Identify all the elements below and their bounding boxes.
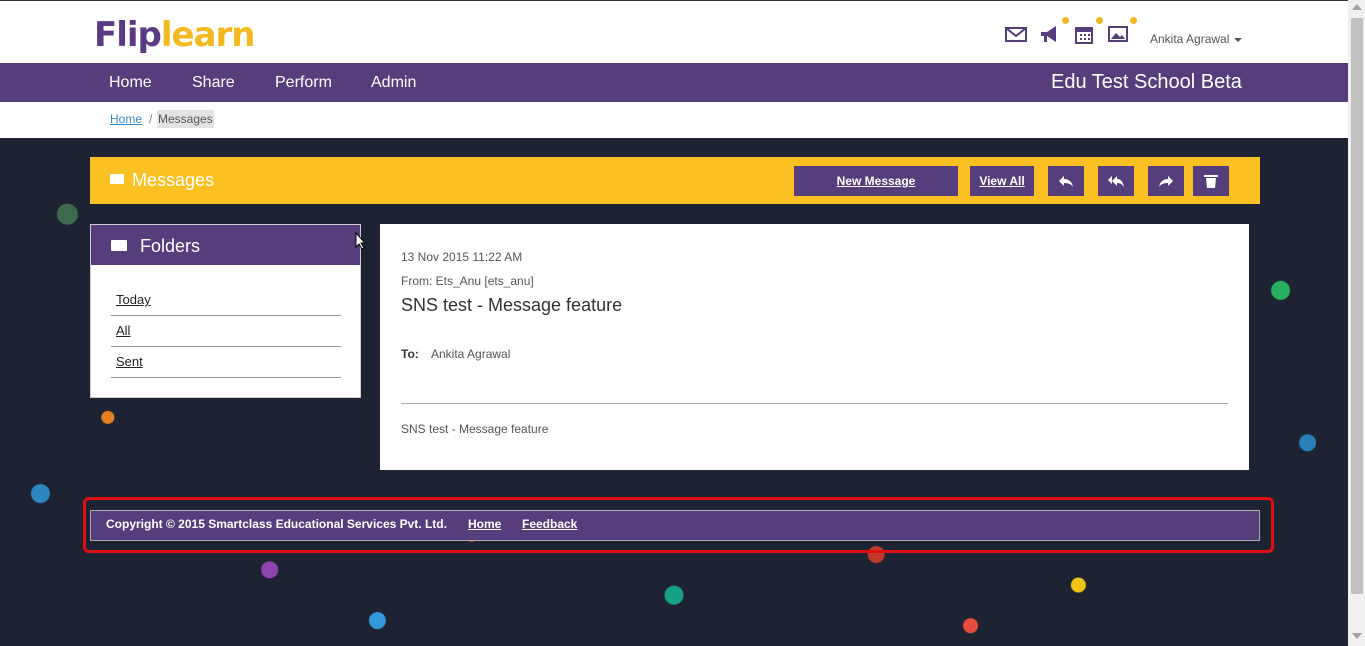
notification-dot — [1096, 17, 1103, 24]
header-icons — [1005, 17, 1137, 45]
mouse-cursor-icon — [355, 232, 367, 250]
school-name: Edu Test School Beta — [1051, 71, 1242, 93]
reply-all-button[interactable] — [1098, 166, 1134, 196]
nav-home[interactable]: Home — [109, 74, 152, 92]
user-name: Ankita Agrawal — [1150, 32, 1230, 46]
divider — [111, 315, 341, 316]
message-body: SNS test - Message feature — [401, 422, 549, 436]
messages-title: Messages — [132, 170, 215, 190]
megaphone-icon[interactable] — [1039, 17, 1069, 45]
main-nav: Home Share Perform Admin Edu Test School… — [0, 63, 1348, 102]
breadcrumb-current: Messages — [157, 110, 214, 128]
message-date: 13 Nov 2015 11:22 AM — [401, 250, 523, 264]
messages-toolbar: Messages New Message View All — [90, 157, 1260, 204]
caret-down-icon — [1234, 37, 1243, 42]
breadcrumb-separator: / — [149, 112, 153, 126]
fliplearn-logo[interactable]: Fliplearn — [94, 15, 256, 55]
folder-all[interactable]: All — [116, 323, 130, 338]
folders-header: Folders — [91, 225, 360, 265]
folders-title: Folders — [140, 236, 201, 256]
reply-icon — [1059, 176, 1073, 187]
nav-admin[interactable]: Admin — [371, 74, 416, 92]
message-to: Ankita Agrawal — [431, 347, 511, 361]
divider — [111, 346, 341, 347]
reply-button[interactable] — [1048, 166, 1084, 196]
message-from: From: Ets_Anu [ets_anu] — [401, 274, 534, 288]
calendar-icon[interactable] — [1073, 17, 1103, 45]
view-all-button[interactable]: View All — [970, 166, 1034, 196]
folders-panel: Folders Today All Sent — [90, 224, 361, 398]
message-subject: SNS test - Message feature — [401, 295, 623, 315]
divider — [401, 403, 1228, 404]
breadcrumb-home[interactable]: Home — [110, 112, 142, 126]
image-icon[interactable] — [1107, 17, 1137, 45]
new-message-button[interactable]: New Message — [794, 166, 958, 196]
nav-share[interactable]: Share — [192, 74, 235, 92]
folder-today[interactable]: Today — [116, 292, 151, 307]
envelope-icon — [111, 240, 127, 251]
nav-perform[interactable]: Perform — [275, 74, 332, 92]
mail-icon[interactable] — [1005, 23, 1027, 45]
message-view: 13 Nov 2015 11:22 AM From: Ets_Anu [ets_… — [380, 224, 1249, 470]
forward-icon — [1159, 176, 1173, 187]
delete-button[interactable] — [1193, 166, 1229, 196]
scroll-up-icon[interactable] — [1352, 4, 1362, 10]
divider — [111, 377, 341, 378]
trash-icon — [1204, 175, 1218, 188]
annotation-highlight — [83, 497, 1274, 553]
breadcrumb: Home / Messages — [0, 102, 1348, 138]
notification-dot — [1062, 17, 1069, 24]
scroll-down-icon[interactable] — [1352, 633, 1362, 639]
reply-all-icon — [1108, 176, 1124, 187]
notification-dot — [1130, 17, 1137, 24]
envelope-icon — [110, 174, 124, 184]
message-to-label: To: — [401, 347, 419, 361]
folder-sent[interactable]: Sent — [116, 354, 143, 369]
user-menu[interactable]: Ankita Agrawal — [1150, 32, 1243, 46]
forward-button[interactable] — [1148, 166, 1184, 196]
scrollbar-thumb[interactable] — [1351, 18, 1363, 594]
top-header: Fliplearn Ankita Agrawal — [0, 0, 1348, 63]
